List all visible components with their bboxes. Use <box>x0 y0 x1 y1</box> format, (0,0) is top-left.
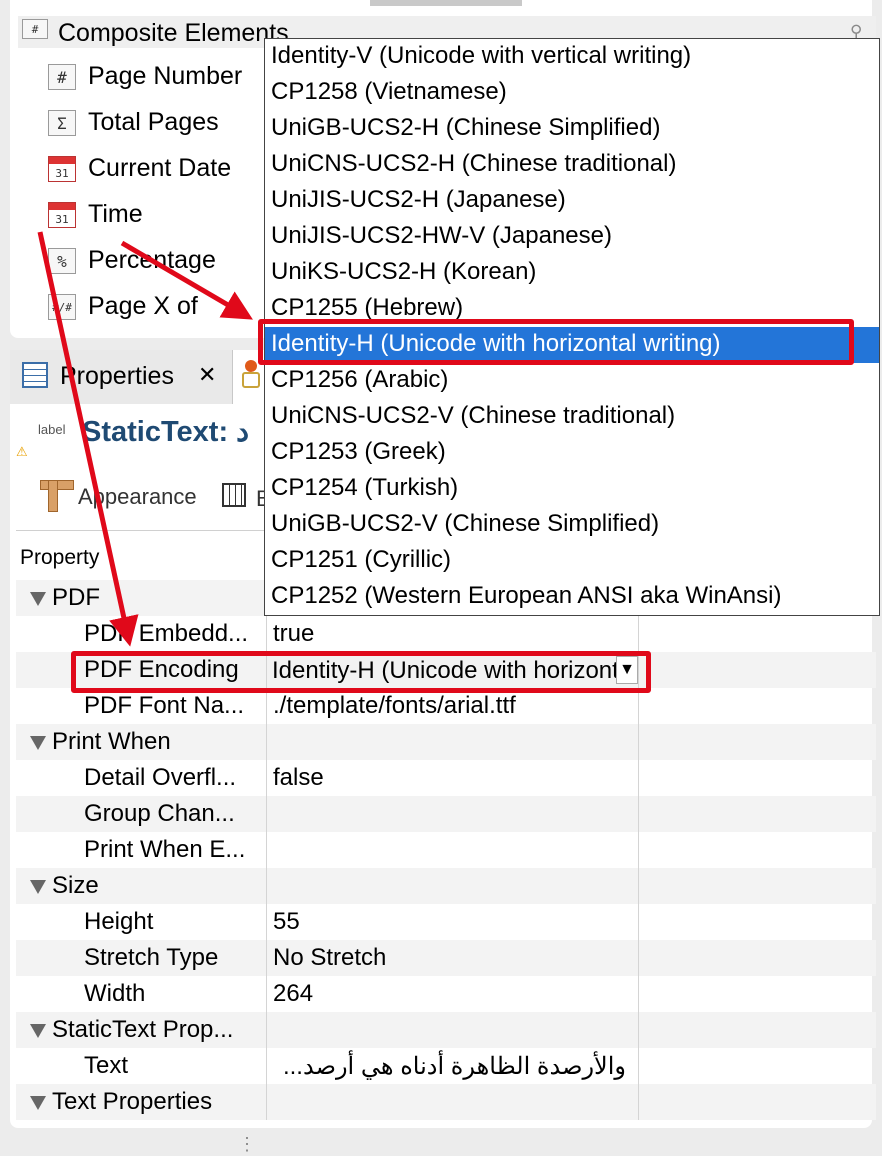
annotation-arrow <box>120 240 253 320</box>
annotation-arrows <box>37 231 253 647</box>
annotation-arrow <box>37 231 139 647</box>
